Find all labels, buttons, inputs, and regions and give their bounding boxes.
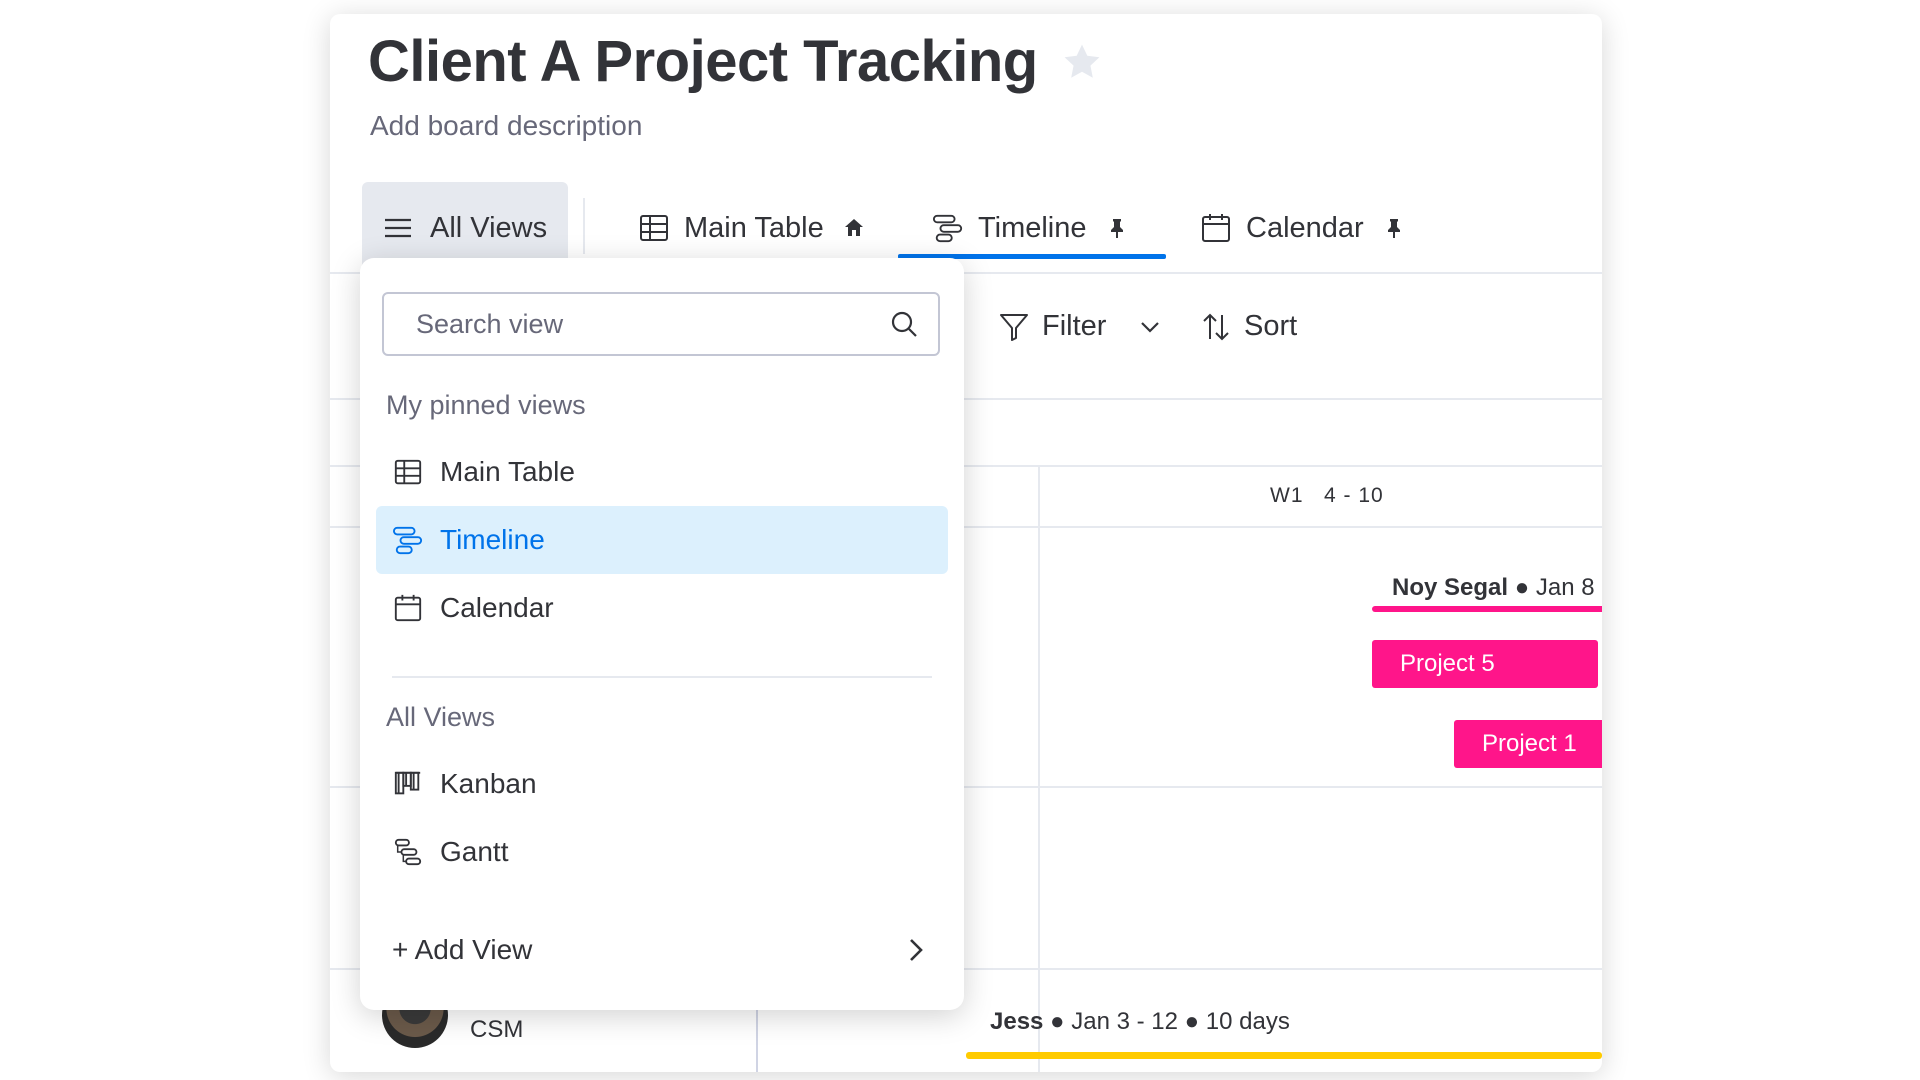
sort-button[interactable]: Sort [1200, 310, 1297, 343]
add-view-label: + Add View [392, 934, 533, 965]
milestone-date: ● Jan 8 [1508, 574, 1595, 601]
filter-icon [998, 311, 1030, 343]
week-label: W1 4 - 10 [1270, 484, 1384, 507]
tab-calendar-label: Calendar [1246, 211, 1364, 244]
pin-icon[interactable] [1378, 212, 1410, 244]
menu-item-label: Timeline [440, 524, 545, 555]
timeline-bar-project-1[interactable]: Project 1 [1454, 720, 1602, 768]
board-title[interactable]: Client A Project Tracking [368, 28, 1038, 95]
sort-icon [1200, 311, 1232, 343]
search-box[interactable] [382, 292, 940, 356]
tab-calendar[interactable]: Calendar [1200, 182, 1410, 274]
calendar-icon [392, 592, 424, 624]
hamburger-icon [382, 212, 414, 244]
table-icon [638, 212, 670, 244]
search-input[interactable] [416, 308, 888, 340]
views-dropdown: My pinned views Main Table Timeline Cale… [360, 258, 964, 1010]
timeline-bar-jess[interactable] [966, 1052, 1602, 1059]
calendar-icon [1200, 212, 1232, 244]
timeline-bar-project-5[interactable]: Project 5 [1372, 640, 1598, 688]
menu-item-label: Calendar [440, 592, 554, 623]
gantt-icon [392, 836, 424, 868]
tab-timeline-label: Timeline [978, 211, 1087, 244]
chevron-right-icon [900, 934, 932, 966]
filter-label: Filter [1042, 310, 1107, 342]
board-header: Client A Project Tracking [368, 28, 1104, 95]
kanban-icon [392, 768, 424, 800]
add-view-button[interactable]: + Add View [392, 922, 932, 978]
filter-button[interactable]: Filter [998, 310, 1166, 343]
tab-timeline[interactable]: Timeline [932, 182, 1133, 274]
tab-main-table-label: Main Table [684, 211, 824, 244]
row-owner-label: Jess ● Jan 3 - 12 ● 10 days [990, 1008, 1290, 1036]
milestone-owner: Noy Segal [1392, 574, 1509, 601]
tab-divider [583, 198, 585, 254]
chevron-down-icon[interactable] [1134, 311, 1166, 343]
table-icon [392, 456, 424, 488]
menu-item-label: Kanban [440, 768, 537, 799]
menu-item-gantt[interactable]: Gantt [376, 818, 948, 886]
menu-item-timeline[interactable]: Timeline [376, 506, 948, 574]
milestone-label[interactable]: Noy Segal ● Jan 8 [1392, 574, 1595, 602]
menu-item-main-table[interactable]: Main Table [376, 438, 948, 506]
milestone-bar[interactable] [1372, 606, 1602, 612]
tab-all-views-label: All Views [430, 211, 548, 244]
home-icon [838, 212, 870, 244]
menu-item-kanban[interactable]: Kanban [376, 750, 948, 818]
menu-item-label: Main Table [440, 456, 575, 487]
board-description[interactable]: Add board description [370, 110, 642, 142]
all-views-heading: All Views [386, 702, 496, 732]
row-owner-dates: ● Jan 3 - 12 ● 10 days [1043, 1008, 1290, 1035]
row-owner-name: Jess [990, 1008, 1044, 1035]
star-icon[interactable] [1060, 40, 1104, 84]
menu-item-calendar[interactable]: Calendar [376, 574, 948, 642]
pinned-views-heading: My pinned views [386, 390, 586, 420]
row-role-label: CSM [470, 1016, 524, 1043]
section-divider [392, 676, 932, 678]
pin-icon[interactable] [1101, 212, 1133, 244]
timeline-icon [932, 212, 964, 244]
column-divider [756, 1006, 758, 1072]
timeline-icon [392, 524, 424, 556]
sort-label: Sort [1244, 310, 1298, 342]
menu-item-label: Gantt [440, 836, 509, 867]
search-icon[interactable] [888, 308, 920, 340]
